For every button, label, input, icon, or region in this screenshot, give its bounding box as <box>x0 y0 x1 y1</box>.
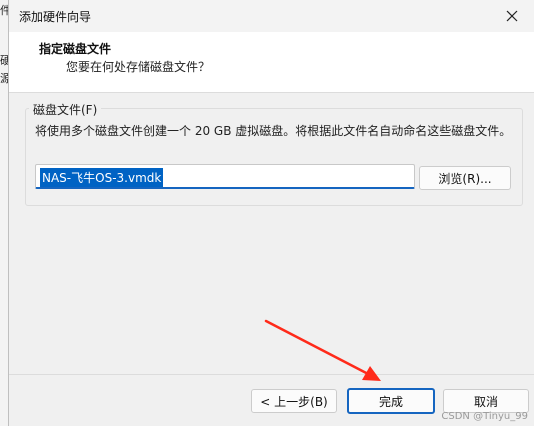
annotation-arrow-icon <box>264 319 381 381</box>
watermark: CSDN @Tinyu_99 <box>441 411 528 422</box>
